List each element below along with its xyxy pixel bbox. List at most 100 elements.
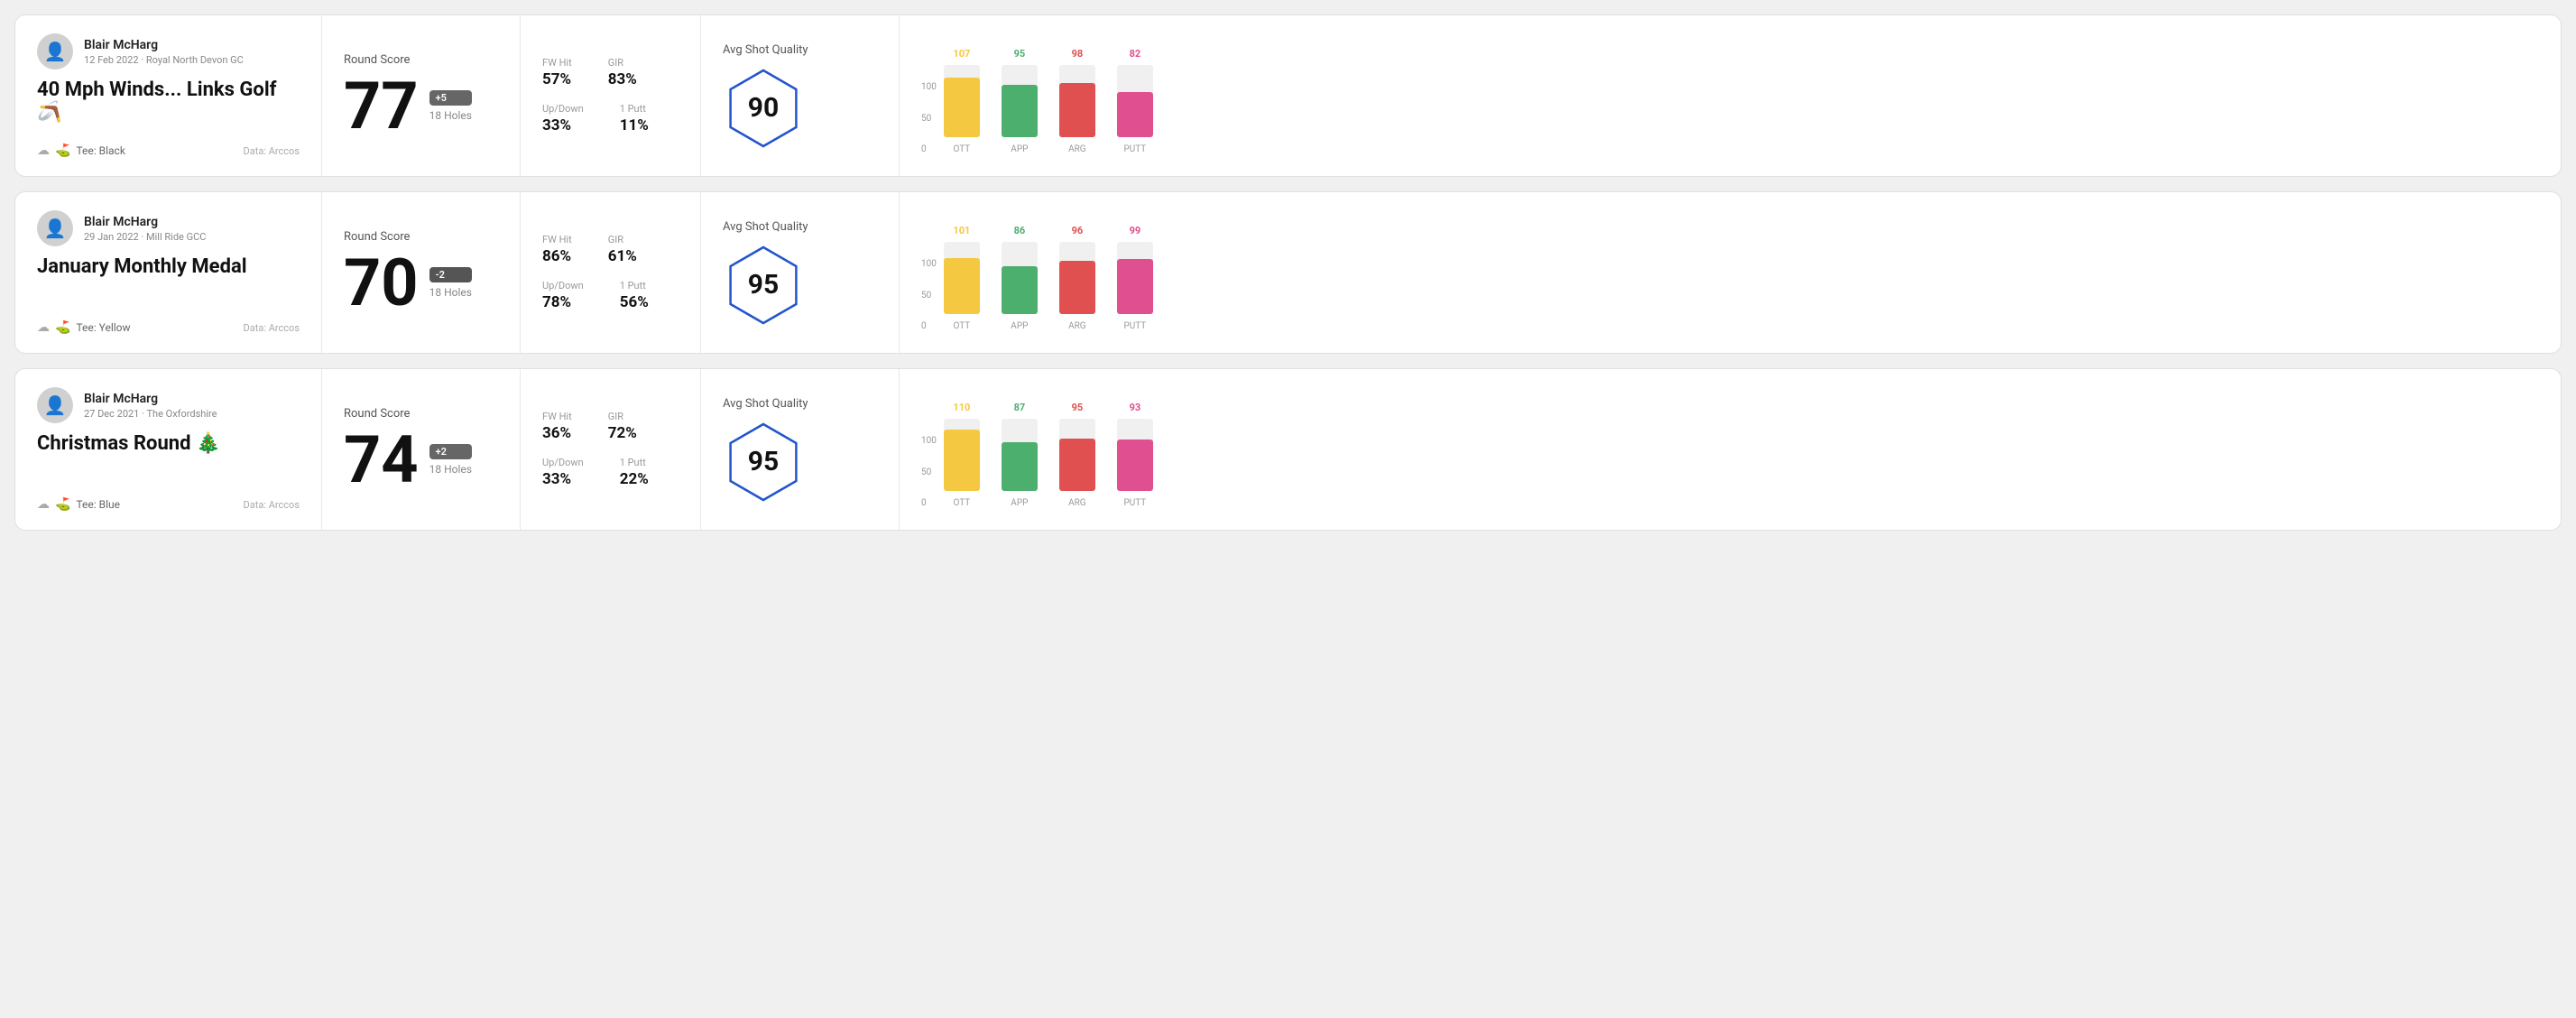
bar-fill xyxy=(1059,83,1095,137)
avatar: 👤 xyxy=(37,33,73,69)
player-header: 👤 Blair McHarg 29 Jan 2022 · Mill Ride G… xyxy=(37,210,300,246)
bar-axis-label: OTT xyxy=(953,144,970,154)
stat-value-gir: 72% xyxy=(608,424,637,442)
y-label-50: 50 xyxy=(921,291,937,301)
y-label-100: 100 xyxy=(921,436,937,446)
bar-wrapper xyxy=(944,242,980,314)
card-stats-0: FW Hit 57% GIR 83% Up/Down 33% 1 Putt 11… xyxy=(521,15,701,176)
score-badge: +2 xyxy=(429,444,472,459)
bar-axis-label: PUTT xyxy=(1123,321,1146,331)
avatar-icon: 👤 xyxy=(44,41,67,62)
y-axis: 100500 xyxy=(921,82,937,154)
stat-value-oneputt: 56% xyxy=(620,293,649,311)
round-card-1[interactable]: 👤 Blair McHarg 29 Jan 2022 · Mill Ride G… xyxy=(14,191,2562,354)
bar-axis-label: ARG xyxy=(1068,144,1086,154)
stat-value-oneputt: 22% xyxy=(620,470,649,488)
stat-oneputt: 1 Putt 11% xyxy=(620,103,649,134)
bar-fill xyxy=(1002,266,1038,314)
score-number: 74 xyxy=(344,428,419,493)
avatar: 👤 xyxy=(37,210,73,246)
stat-label-oneputt: 1 Putt xyxy=(620,103,649,115)
bar-group-ott: 107 OTT xyxy=(944,48,980,154)
bar-axis-label: ARG xyxy=(1068,321,1086,331)
stat-value-gir: 61% xyxy=(608,247,637,265)
round-card-0[interactable]: 👤 Blair McHarg 12 Feb 2022 · Royal North… xyxy=(14,14,2562,177)
stat-gir: GIR 72% xyxy=(608,411,637,442)
avatar-icon: 👤 xyxy=(44,394,67,416)
hexagon-value: 95 xyxy=(748,446,779,477)
tee-label: Tee: Black xyxy=(76,144,125,157)
card-stats-1: FW Hit 86% GIR 61% Up/Down 78% 1 Putt 56… xyxy=(521,192,701,353)
y-label-0: 0 xyxy=(921,144,937,154)
bar-group-app: 95 APP xyxy=(1002,48,1038,154)
bar-value-label: 107 xyxy=(953,48,970,60)
bar-fill xyxy=(1117,259,1153,314)
bar-value-label: 95 xyxy=(1014,48,1026,60)
bar-chart-wrapper: 100500 101 OTT 86 APP 96 ARG 99 PUTT xyxy=(921,214,2539,331)
bar-wrapper xyxy=(1059,419,1095,491)
score-main: 77 +5 18 Holes xyxy=(344,74,498,139)
bar-axis-label: APP xyxy=(1011,498,1028,508)
bar-chart: 107 OTT 95 APP 98 ARG 82 PUTT xyxy=(944,37,1153,154)
tee-icon: ⛳ xyxy=(55,143,70,158)
bar-value-label: 96 xyxy=(1072,225,1084,236)
tee-info: ☁ ⛳ Tee: Yellow xyxy=(37,320,131,335)
stat-fw-hit: FW Hit 57% xyxy=(542,57,572,88)
avatar: 👤 xyxy=(37,387,73,423)
stat-label-gir: GIR xyxy=(608,411,637,422)
bar-fill xyxy=(944,78,980,137)
stat-value-fw: 57% xyxy=(542,70,572,88)
score-holes: 18 Holes xyxy=(429,109,472,122)
data-source: Data: Arccos xyxy=(244,322,300,334)
bar-fill xyxy=(1059,261,1095,314)
hexagon: 95 xyxy=(723,245,804,326)
card-left-2: 👤 Blair McHarg 27 Dec 2021 · The Oxfords… xyxy=(15,369,322,530)
bar-value-label: 98 xyxy=(1072,48,1084,60)
round-card-2[interactable]: 👤 Blair McHarg 27 Dec 2021 · The Oxfords… xyxy=(14,368,2562,531)
stat-gir: GIR 83% xyxy=(608,57,637,88)
stat-label-gir: GIR xyxy=(608,234,637,245)
bar-fill xyxy=(1002,85,1038,137)
score-badge-block: +2 18 Holes xyxy=(429,444,472,476)
stats-row-bottom: Up/Down 33% 1 Putt 11% xyxy=(542,103,679,134)
card-score-1: Round Score 70 -2 18 Holes xyxy=(322,192,521,353)
player-name: Blair McHarg xyxy=(84,215,206,229)
tee-info: ☁ ⛳ Tee: Blue xyxy=(37,497,120,512)
stat-value-fw: 36% xyxy=(542,424,572,442)
stat-label-oneputt: 1 Putt xyxy=(620,280,649,292)
stats-row-top: FW Hit 57% GIR 83% xyxy=(542,57,679,88)
bar-group-putt: 82 PUTT xyxy=(1117,48,1153,154)
player-info: Blair McHarg 29 Jan 2022 · Mill Ride GCC xyxy=(84,215,206,243)
avatar-icon: 👤 xyxy=(44,217,67,239)
bar-fill xyxy=(1117,92,1153,137)
card-chart-2: 100500 110 OTT 87 APP 95 ARG 93 PUTT xyxy=(900,369,2561,530)
bar-group-app: 87 APP xyxy=(1002,402,1038,508)
bar-chart: 110 OTT 87 APP 95 ARG 93 PUTT xyxy=(944,391,1153,508)
player-header: 👤 Blair McHarg 12 Feb 2022 · Royal North… xyxy=(37,33,300,69)
y-axis: 100500 xyxy=(921,259,937,331)
weather-icon: ☁ xyxy=(37,320,50,335)
bar-wrapper xyxy=(1002,242,1038,314)
weather-icon: ☁ xyxy=(37,497,50,512)
stat-value-updown: 33% xyxy=(542,116,584,134)
score-number: 70 xyxy=(344,251,419,316)
quality-label: Avg Shot Quality xyxy=(723,397,808,411)
tee-label: Tee: Blue xyxy=(76,498,120,511)
stats-row-top: FW Hit 86% GIR 61% xyxy=(542,234,679,265)
stat-value-oneputt: 11% xyxy=(620,116,649,134)
quality-label: Avg Shot Quality xyxy=(723,43,808,57)
stat-updown: Up/Down 33% xyxy=(542,103,584,134)
stat-value-updown: 78% xyxy=(542,293,584,311)
score-label: Round Score xyxy=(344,230,498,244)
bar-value-label: 86 xyxy=(1014,225,1026,236)
bar-value-label: 82 xyxy=(1130,48,1141,60)
stat-label-fw: FW Hit xyxy=(542,411,572,422)
player-info: Blair McHarg 12 Feb 2022 · Royal North D… xyxy=(84,38,244,66)
stat-oneputt: 1 Putt 56% xyxy=(620,280,649,311)
stat-value-fw: 86% xyxy=(542,247,572,265)
card-score-0: Round Score 77 +5 18 Holes xyxy=(322,15,521,176)
tee-icon: ⛳ xyxy=(55,497,70,512)
bar-axis-label: OTT xyxy=(953,321,970,331)
stat-value-updown: 33% xyxy=(542,470,584,488)
card-stats-2: FW Hit 36% GIR 72% Up/Down 33% 1 Putt 22… xyxy=(521,369,701,530)
